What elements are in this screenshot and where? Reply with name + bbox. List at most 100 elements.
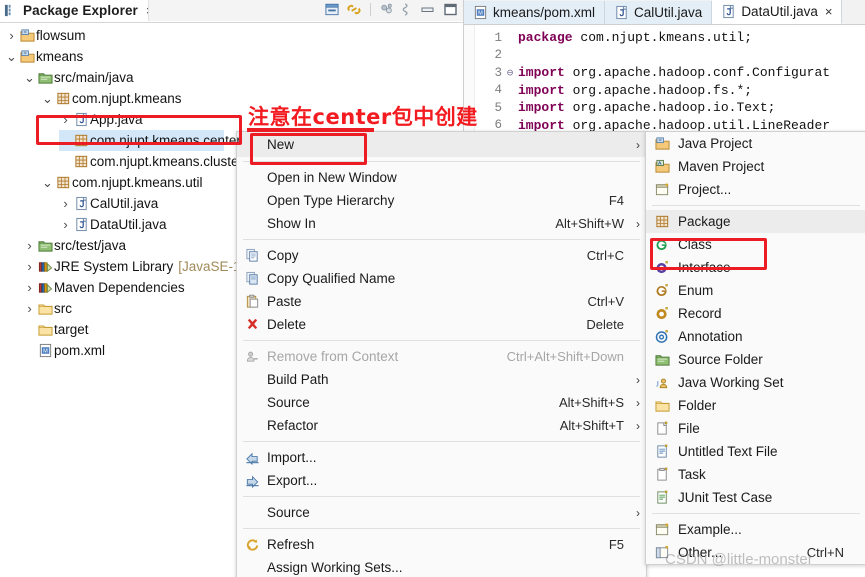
menu-separator	[652, 205, 860, 206]
menu-item-refresh[interactable]: Refresh F5	[237, 533, 646, 556]
new-submenu[interactable]: Java Project Maven Project Project... Packa…	[645, 131, 865, 565]
editor-tab-kmeans-pom-xml[interactable]: Mkmeans/pom.xml	[464, 1, 606, 24]
menu-item-junit-test-case[interactable]: JUnit Test Case	[646, 486, 865, 509]
tree-item-src-main-java[interactable]: ⌄ src/main/java	[0, 67, 463, 88]
menu-item-export[interactable]: Export...	[237, 469, 646, 492]
text-file-icon	[646, 444, 678, 459]
menu-item-source[interactable]: Source ›	[237, 501, 646, 524]
menu-item-label: Show In	[267, 216, 316, 231]
menu-item-label: Refresh	[267, 537, 315, 552]
code-text: package com.njupt.kmeans.util;	[515, 30, 752, 45]
menu-item-copy[interactable]: Copy Ctrl+C	[237, 244, 646, 267]
menu-item-import[interactable]: Import...	[237, 446, 646, 469]
menu-item-record[interactable]: Record	[646, 302, 865, 325]
menu-item-untitled-text-file[interactable]: Untitled Text File	[646, 440, 865, 463]
menu-item-label: Maven Project	[678, 159, 765, 174]
maximize-icon[interactable]	[442, 2, 459, 17]
menu-item-folder[interactable]: Folder	[646, 394, 865, 417]
menu-item-remove-from-context[interactable]: Remove from Context Ctrl+Alt+Shift+Down	[237, 345, 646, 368]
menu-item-java-project[interactable]: Java Project	[646, 132, 865, 155]
menu-item-show-in[interactable]: Show In Alt+Shift+W ›	[237, 212, 646, 235]
tree-item-label: Maven Dependencies	[54, 280, 185, 295]
editor-tab-label: DataUtil.java	[741, 4, 818, 19]
chevron-down-icon[interactable]: ⌄	[41, 175, 54, 191]
minimize-icon[interactable]	[419, 2, 436, 17]
code-rest: org.apache.hadoop.conf.Configurat	[564, 65, 831, 81]
chevron-right-icon[interactable]: ›	[59, 217, 72, 232]
menu-item-open-in-new-window[interactable]: Open in New Window	[237, 166, 646, 189]
submenu-arrow-icon: ›	[636, 216, 640, 231]
menu-item-task[interactable]: Task	[646, 463, 865, 486]
chevron-right-icon[interactable]: ›	[23, 301, 36, 316]
menu-item-refactor[interactable]: Refactor Alt+Shift+T ›	[237, 414, 646, 437]
close-icon[interactable]: ×	[825, 4, 833, 19]
editor-tab-datautil-java[interactable]: DataUtil.java ×	[712, 0, 843, 24]
menu-item-paste[interactable]: Paste Ctrl+V	[237, 290, 646, 313]
fold-marker-icon[interactable]: ⊖	[505, 66, 515, 80]
menu-item-assign-working-sets[interactable]: Assign Working Sets...	[237, 556, 646, 577]
chevron-right-icon[interactable]: ›	[5, 28, 18, 43]
menu-item-example[interactable]: Example...	[646, 518, 865, 541]
copy-icon	[237, 248, 267, 263]
menu-separator	[243, 239, 640, 240]
focus-on-active-task-icon[interactable]	[401, 2, 413, 17]
menu-separator	[243, 441, 640, 442]
folder-icon	[36, 301, 54, 316]
menu-item-shortcut: Ctrl+C	[586, 248, 624, 263]
library-icon	[36, 280, 54, 295]
menu-item-shortcut: Ctrl+V	[587, 294, 624, 309]
menu-item-source[interactable]: Source Alt+Shift+S ›	[237, 391, 646, 414]
interface-icon	[646, 260, 678, 275]
menu-item-maven-project[interactable]: Maven Project	[646, 155, 865, 178]
view-menu-icon[interactable]	[379, 2, 395, 17]
menu-item-source-folder[interactable]: Source Folder	[646, 348, 865, 371]
chevron-down-icon[interactable]: ⌄	[41, 91, 54, 107]
tree-item-label: com.njupt.kmeans	[72, 91, 182, 106]
menu-item-copy-qualified-name[interactable]: Copy Qualified Name	[237, 267, 646, 290]
menu-item-new[interactable]: New ›	[237, 132, 646, 157]
menu-item-annotation[interactable]: Annotation	[646, 325, 865, 348]
package-explorer-tab[interactable]: Package Explorer ×	[0, 0, 160, 21]
chevron-down-icon[interactable]: ⌄	[5, 49, 18, 65]
collapse-all-icon[interactable]	[324, 2, 340, 17]
menu-item-enum[interactable]: Enum	[646, 279, 865, 302]
chevron-right-icon[interactable]: ›	[59, 112, 72, 127]
menu-item-label: Project...	[678, 182, 732, 197]
menu-item-label: Build Path	[267, 372, 329, 387]
menu-item-label: Remove from Context	[267, 349, 399, 364]
xml-file-icon: M	[473, 5, 488, 20]
menu-item-shortcut: Alt+Shift+W	[555, 216, 624, 231]
editor-tab-calutil-java[interactable]: CalUtil.java	[605, 1, 713, 24]
tree-item-kmeans[interactable]: ⌄ kmeans	[0, 46, 463, 67]
menu-item-java-working-set[interactable]: J Java Working Set	[646, 371, 865, 394]
code-line: 5 import org.apache.hadoop.io.Text;	[464, 99, 865, 117]
chevron-right-icon[interactable]: ›	[59, 196, 72, 211]
tree-item-label: src/main/java	[54, 70, 134, 85]
chevron-right-icon[interactable]: ›	[23, 238, 36, 253]
menu-item-project[interactable]: Project...	[646, 178, 865, 201]
editor-tab-label: kmeans/pom.xml	[493, 5, 596, 20]
menu-item-class[interactable]: Class	[646, 233, 865, 256]
chevron-right-icon[interactable]: ›	[23, 280, 36, 295]
menu-item-delete[interactable]: Delete Delete	[237, 313, 646, 336]
task-icon	[646, 467, 678, 482]
chevron-down-icon[interactable]: ⌄	[23, 70, 36, 86]
menu-item-interface[interactable]: Interface	[646, 256, 865, 279]
menu-item-file[interactable]: File	[646, 417, 865, 440]
tree-item-flowsum[interactable]: › flowsum	[0, 25, 463, 46]
chevron-right-icon[interactable]: ›	[23, 259, 36, 274]
svg-text:M: M	[478, 11, 483, 17]
menu-item-label: New	[267, 137, 295, 152]
menu-item-build-path[interactable]: Build Path ›	[237, 368, 646, 391]
menu-item-label: Task	[678, 467, 706, 482]
menu-item-label: Copy Qualified Name	[267, 271, 396, 286]
menu-item-open-type-hierarchy[interactable]: Open Type Hierarchy F4	[237, 189, 646, 212]
code-line: 3 ⊖ import org.apache.hadoop.conf.Configur…	[464, 64, 865, 82]
editor-tab-strip[interactable]: Mkmeans/pom.xml CalUtil.java DataUtil.java…	[464, 0, 865, 25]
link-with-editor-icon[interactable]	[346, 2, 362, 17]
menu-item-package[interactable]: Package	[646, 210, 865, 233]
tree-item-label: CalUtil.java	[90, 196, 159, 211]
tree-item-label: DataUtil.java	[90, 217, 167, 232]
context-menu[interactable]: New › Open in New Window Open Type Hierarch…	[236, 131, 647, 577]
package-icon	[72, 133, 90, 148]
